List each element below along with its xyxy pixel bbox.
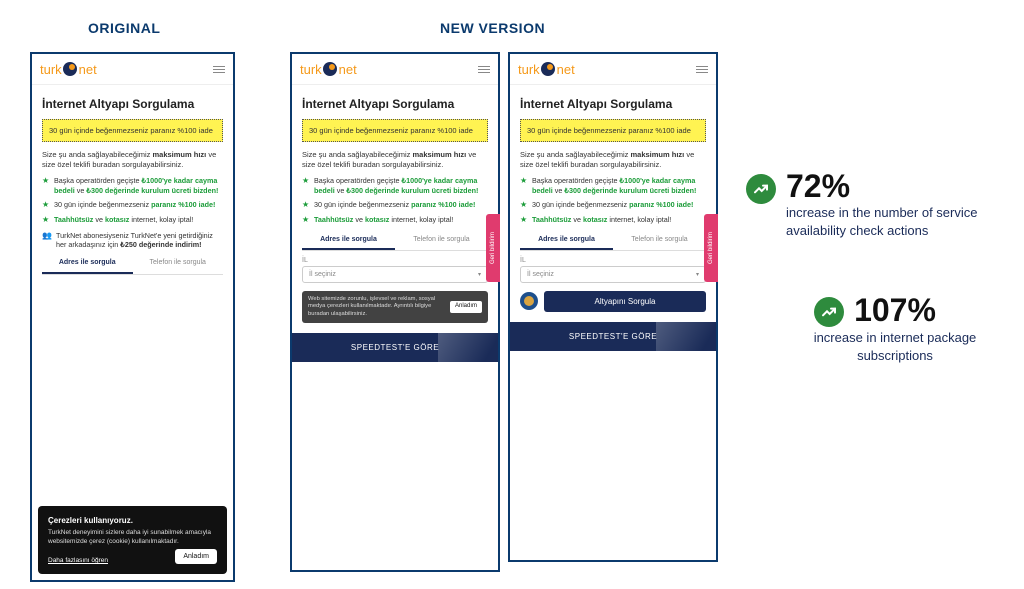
star-icon: ★ (42, 200, 50, 210)
bullet-3: ★Taahhütsüz ve kotasız internet, kolay i… (42, 215, 223, 225)
tab-phone[interactable]: Telefon ile sorgula (133, 255, 224, 273)
star-icon: ★ (42, 176, 50, 195)
cookie-accept-button[interactable]: Anladım (175, 549, 217, 564)
mock-original: turknet İnternet Altyapı Sorgulama 30 gü… (30, 52, 235, 582)
tab-address[interactable]: Adres ile sorgula (42, 255, 133, 273)
speedtest-banner: SPEEDTEST'E GÖRE (292, 333, 498, 362)
refund-banner: 30 gün içinde beğenmezseniz paranız %100… (302, 119, 488, 142)
bullet-1: ★Başka operatörden geçişte ₺1000'ye kada… (42, 176, 223, 195)
page-title: İnternet Altyapı Sorgulama (42, 97, 223, 111)
mock-new-b: turknet Geri bildirim İnternet Altyapı S… (508, 52, 718, 562)
label-new: NEW VERSION (440, 20, 545, 36)
province-select[interactable]: İl seçiniz▾ (520, 266, 706, 283)
people-icon: 👥 (42, 231, 52, 250)
feedback-tab[interactable]: Geri bildirim (704, 214, 718, 282)
bullet-3: ★Taahhütsüz ve kotasız internet, kolay i… (302, 215, 488, 225)
star-icon: ★ (520, 176, 528, 195)
stat-1-value: 72% (786, 170, 1004, 202)
logo: turknet (40, 62, 97, 77)
star-icon: ★ (42, 215, 50, 225)
logo: turknet (300, 62, 357, 77)
tab-phone[interactable]: Telefon ile sorgula (395, 232, 488, 250)
cookie-banner-large: Çerezleri kullanıyoruz. TurkNet deneyimi… (38, 506, 227, 574)
query-tabs: Adres ile sorgula Telefon ile sorgula (302, 232, 488, 251)
stat-2: 107% increase in internet package subscr… (746, 293, 1004, 364)
refund-banner: 30 gün içinde beğenmezseniz paranız %100… (42, 119, 223, 142)
query-tabs: Adres ile sorgula Telefon ile sorgula (520, 232, 706, 251)
bullet-2: ★30 gün içinde beğenmezseniz paranız %10… (520, 200, 706, 210)
trend-up-icon (814, 297, 844, 327)
page-title: İnternet Altyapı Sorgulama (302, 97, 488, 111)
bullet-2: ★30 gün içinde beğenmezseniz paranız %10… (42, 200, 223, 210)
stat-2-value: 107% (854, 294, 936, 326)
speedtest-banner: SPEEDTEST'E GÖRE (510, 322, 716, 351)
bullet-1: ★Başka operatörden geçişte ₺1000'ye kada… (302, 176, 488, 195)
tab-address[interactable]: Adres ile sorgula (520, 232, 613, 250)
query-tabs: Adres ile sorgula Telefon ile sorgula (42, 255, 223, 274)
intro-text: Size şu anda sağlayabileceğimiz maksimum… (42, 150, 223, 170)
stat-2-text: increase in internet package subscriptio… (786, 329, 1004, 364)
chevron-down-icon: ▾ (696, 271, 699, 278)
intro-text: Size şu anda sağlayabileceğimiz maksimum… (520, 150, 706, 170)
mock-new-a: turknet Geri bildirim İnternet Altyapı S… (290, 52, 500, 572)
hamburger-icon[interactable] (213, 66, 225, 73)
results-stats: 72% increase in the number of service av… (746, 170, 1004, 364)
hamburger-icon[interactable] (478, 66, 490, 73)
bullet-3: ★Taahhütsüz ve kotasız internet, kolay i… (520, 215, 706, 225)
star-icon: ★ (520, 200, 528, 210)
field-label-il: İL (302, 257, 488, 264)
star-icon: ★ (302, 215, 310, 225)
bullet-1: ★Başka operatörden geçişte ₺1000'ye kada… (520, 176, 706, 195)
tab-phone[interactable]: Telefon ile sorgula (613, 232, 706, 250)
stat-1-text: increase in the number of service availa… (786, 204, 1004, 239)
label-original: ORIGINAL (88, 20, 160, 36)
chevron-down-icon: ▾ (478, 271, 481, 278)
tab-address[interactable]: Adres ile sorgula (302, 232, 395, 250)
star-icon: ★ (520, 215, 528, 225)
refund-banner: 30 gün içinde beğenmezseniz paranız %100… (520, 119, 706, 142)
cookie-banner-small: Web sitemizde zorunlu, işlevsel ve rekla… (302, 291, 488, 323)
stat-1: 72% increase in the number of service av… (746, 170, 1004, 239)
logo: turknet (518, 62, 575, 77)
star-icon: ★ (302, 176, 310, 195)
intro-text: Size şu anda sağlayabileceğimiz maksimum… (302, 150, 488, 170)
feedback-tab[interactable]: Geri bildirim (486, 214, 500, 282)
hamburger-icon[interactable] (696, 66, 708, 73)
cookie-body: TurkNet deneyimini sizlere daha iyi suna… (48, 529, 217, 547)
star-icon: ★ (302, 200, 310, 210)
province-select[interactable]: İl seçiniz▾ (302, 266, 488, 283)
cookie-chip-icon[interactable] (520, 292, 538, 310)
trend-up-icon (746, 174, 776, 204)
field-label-il: İL (520, 257, 706, 264)
cookie-accept-button[interactable]: Anladım (450, 301, 482, 313)
cookie-title: Çerezleri kullanıyoruz. (48, 516, 217, 525)
bullet-4: 👥TurkNet abonesiyseniz TurkNet'e yeni ge… (42, 231, 223, 250)
page-title: İnternet Altyapı Sorgulama (520, 97, 706, 111)
query-infrastructure-button[interactable]: Altyapını Sorgula (544, 291, 706, 312)
bullet-2: ★30 gün içinde beğenmezseniz paranız %10… (302, 200, 488, 210)
cookie-body: Web sitemizde zorunlu, işlevsel ve rekla… (308, 296, 444, 318)
